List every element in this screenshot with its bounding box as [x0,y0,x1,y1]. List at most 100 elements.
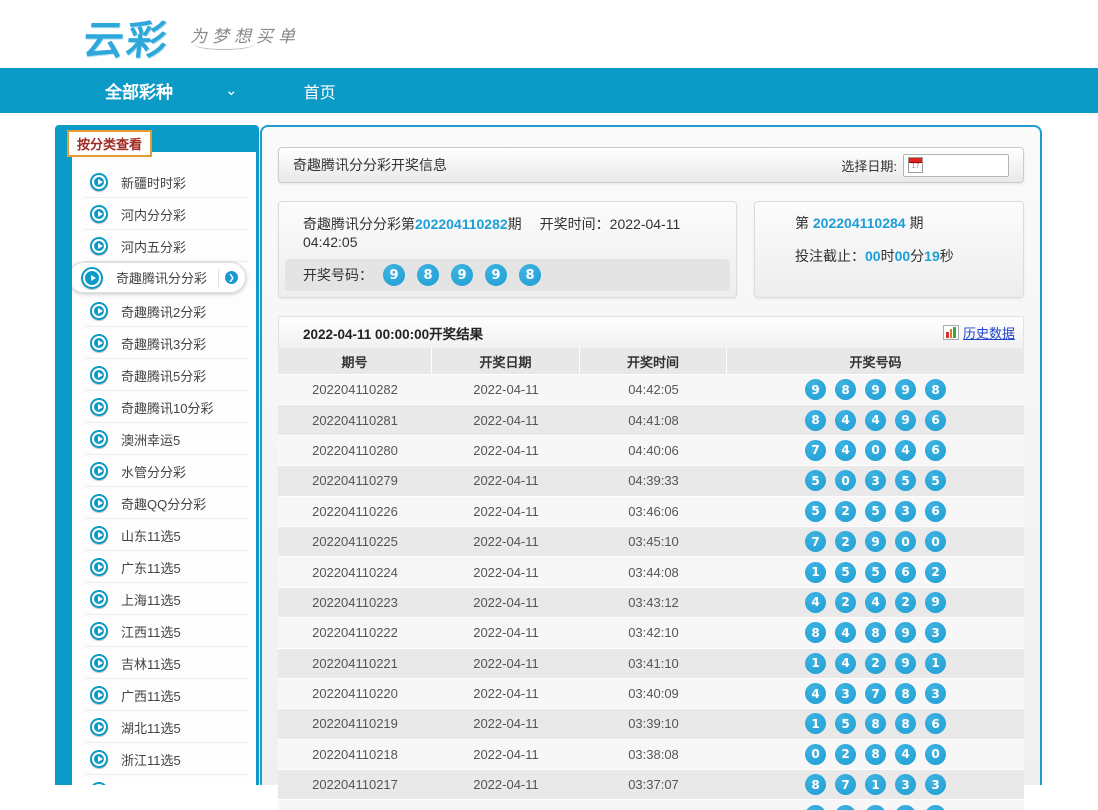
lottery-ball: 3 [925,683,946,704]
cell-issue: 202204110223 [278,595,432,610]
sidebar-item[interactable]: 奇趣QQ分分彩 [72,487,256,519]
site-logo[interactable]: 云彩 [81,8,173,66]
sidebar-item-label: 山东11选5 [121,526,181,545]
calendar-icon[interactable]: 17 [908,157,923,173]
lottery-ball: 3 [925,622,946,643]
play-circle-icon [90,205,108,223]
results-header: 2022-04-11 00:00:00开奖结果 历史数据 [278,316,1024,348]
date-input[interactable]: 17 [903,154,1009,177]
lottery-ball: 5 [835,713,856,734]
lottery-ball: 5 [925,470,946,491]
lottery-ball: 8 [835,379,856,400]
lottery-ball: 1 [805,713,826,734]
sidebar-item-label: 河内分分彩 [121,205,186,224]
play-circle-icon [90,302,108,320]
sidebar-item[interactable]: 奇趣腾讯5分彩 [72,359,256,391]
sidebar-item[interactable]: 奇趣腾讯10分彩 [72,391,256,423]
cell-date: 2022-04-11 [432,413,580,428]
history-data-link[interactable]: 历史数据 [963,323,1015,342]
cell-time: 03:39:10 [580,716,727,731]
countdown-minutes: 00 [895,248,911,264]
sidebar-item-label: 湖北11选5 [121,718,181,737]
lottery-ball: 0 [925,744,946,765]
sidebar-item[interactable]: 广东11选5 [72,551,256,583]
play-circle-icon [90,526,108,544]
arrow-right-icon[interactable]: ❯ [225,271,238,284]
sidebar-item[interactable]: 新疆时时彩 [72,166,256,198]
lottery-ball [805,805,826,810]
next-prefix: 第 [795,215,809,231]
results-section: 2022-04-11 00:00:00开奖结果 历史数据 期号 开奖日期 开奖时… [278,316,1024,810]
sidebar-item-label: 澳洲幸运5 [121,430,180,449]
lottery-ball: 9 [865,531,886,552]
nav-all-lotteries[interactable]: 全部彩种 [105,78,173,103]
lottery-ball: 4 [835,653,856,674]
cell-time: 03:44:08 [580,565,727,580]
sidebar-item[interactable]: 江西11选5 [72,615,256,647]
lottery-ball: 1 [805,562,826,583]
lottery-ball: 4 [865,592,886,613]
play-circle-icon [90,558,108,576]
cell-issue: 202204110218 [278,747,432,762]
table-row: 202204110280 2022-04-11 04:40:06 74046 [278,435,1024,465]
table-row: 202204110226 2022-04-11 03:46:06 52536 [278,496,1024,526]
cell-issue: 202204110219 [278,716,432,731]
table-row: 202204110225 2022-04-11 03:45:10 72900 [278,526,1024,556]
lottery-ball: 8 [865,622,886,643]
sidebar-item[interactable]: 上海11选5 [72,583,256,615]
table-row: 202204110222 2022-04-11 03:42:10 84893 [278,617,1024,647]
sidebar-item[interactable]: 奇趣腾讯2分彩 [72,295,256,327]
lottery-ball: 2 [895,592,916,613]
history-data-link-area[interactable]: 历史数据 [943,323,1015,342]
sidebar-badge: 按分类查看 [67,130,152,157]
lottery-ball: 8 [417,264,439,286]
sidebar-list: 新疆时时彩 河内分分彩 河内五分彩 奇趣腾讯分分彩 ❯ 奇趣腾讯2分彩 奇趣腾讯… [72,152,256,785]
sidebar-item[interactable]: 河内分分彩 [72,198,256,230]
sidebar-item[interactable]: 奇趣腾讯3分彩 [72,327,256,359]
lottery-ball: 7 [865,683,886,704]
cell-numbers: 50355 [727,470,1024,491]
lottery-ball: 5 [895,470,916,491]
sidebar-item-label: 新疆时时彩 [121,173,186,192]
sidebar-item-label: 奇趣QQ分分彩 [121,494,206,513]
cell-time: 04:42:05 [580,382,727,397]
table-row: 202204110217 2022-04-11 03:37:07 87133 [278,769,1024,799]
sidebar-item[interactable] [72,775,256,785]
lottery-ball: 8 [865,744,886,765]
lottery-ball: 0 [835,470,856,491]
sidebar-item[interactable]: 吉林11选5 [72,647,256,679]
play-circle-icon [90,462,108,480]
cell-issue: 202204110225 [278,534,432,549]
lottery-ball: 1 [925,653,946,674]
lottery-ball: 0 [865,440,886,461]
results-table-header: 期号 开奖日期 开奖时间 开奖号码 [278,348,1024,374]
sidebar-item[interactable]: 湖北11选5 [72,711,256,743]
sidebar-item-label: 吉林11选5 [121,654,181,673]
nav-home[interactable]: 首页 [304,79,336,103]
hours-unit: 时 [881,248,895,264]
page-title: 奇趣腾讯分分彩开奖信息 [293,155,447,175]
current-draw-prefix: 奇趣腾讯分分彩第 [303,216,415,232]
cell-numbers: 42429 [727,592,1024,613]
play-circle-icon [90,654,108,672]
sidebar-item[interactable]: 水管分分彩 [72,455,256,487]
sidebar-item-label: 奇趣腾讯10分彩 [121,398,213,417]
next-issue-number: 202204110284 [813,215,906,231]
sidebar-item[interactable]: 澳洲幸运5 [72,423,256,455]
sidebar-item-label: 浙江11选5 [121,750,181,769]
sidebar-item[interactable]: 浙江11选5 [72,743,256,775]
sidebar-item[interactable]: 山东11选5 [72,519,256,551]
lottery-ball: 8 [805,622,826,643]
sidebar-item-label: 奇趣腾讯3分彩 [121,334,206,353]
chevron-down-icon[interactable]: ⌄ [225,86,238,96]
bar-chart-icon [943,325,959,340]
sidebar-item[interactable]: 奇趣腾讯分分彩 ❯ [72,262,246,293]
cell-time: 03:40:09 [580,686,727,701]
cell-numbers: 84496 [727,410,1024,431]
cell-time: 04:41:08 [580,413,727,428]
cell-time: 04:40:06 [580,443,727,458]
cell-time: 03:42:10 [580,625,727,640]
sidebar-item[interactable]: 广西11选5 [72,679,256,711]
sidebar-item[interactable]: 河内五分彩 [72,230,256,262]
current-draw-heading: 奇趣腾讯分分彩第202204110282期开奖时间：2022-04-11 04:… [285,207,730,259]
